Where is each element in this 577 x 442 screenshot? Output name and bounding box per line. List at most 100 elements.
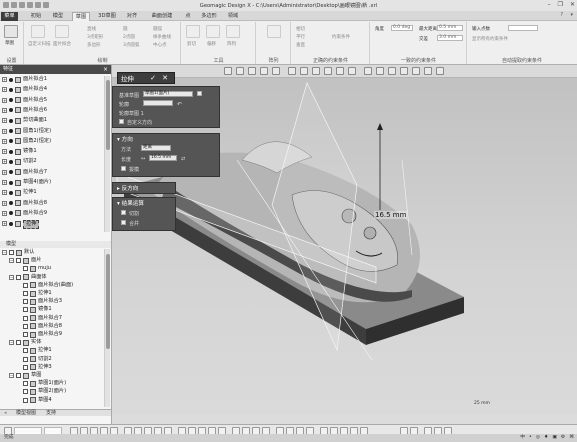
collapse-icon[interactable]: − bbox=[9, 373, 14, 378]
tab-sketch[interactable]: 草图 bbox=[72, 12, 90, 21]
visibility-checkbox[interactable] bbox=[23, 389, 28, 395]
measure-icon[interactable] bbox=[400, 67, 408, 75]
model-tree-scrollbar[interactable] bbox=[104, 249, 110, 407]
nodes-field[interactable]: 3.0 mm bbox=[437, 35, 463, 41]
constraint-button[interactable]: 约束条件 bbox=[332, 34, 350, 40]
maximize-button[interactable]: ❐ bbox=[558, 1, 563, 8]
visibility-dot-icon[interactable] bbox=[9, 180, 13, 185]
undo-contour-icon[interactable]: ↶ bbox=[177, 101, 182, 108]
expand-icon[interactable]: + bbox=[2, 210, 7, 216]
model-tree-item[interactable]: − 默认 bbox=[0, 249, 100, 256]
model-tree-item[interactable]: − 面片 bbox=[0, 257, 100, 264]
feature-tree-item[interactable]: + 拉伸 bbox=[0, 220, 100, 230]
tray-skin-icon[interactable]: ♦ bbox=[544, 434, 548, 442]
merge-checkbox[interactable] bbox=[121, 220, 126, 225]
feature-tree-scroll-thumb[interactable] bbox=[106, 80, 110, 150]
section-view-icon[interactable] bbox=[300, 67, 308, 75]
model-tree-item[interactable]: muju bbox=[0, 265, 100, 272]
visibility-checkbox[interactable] bbox=[16, 274, 21, 280]
three-point-rect-button[interactable]: 3点矩形 bbox=[87, 34, 103, 40]
model-tree-item[interactable]: 面片拟合8 bbox=[0, 323, 100, 330]
visibility-checkbox[interactable] bbox=[16, 258, 21, 264]
feature-tree-item[interactable]: + 草图4(面片) bbox=[0, 179, 100, 186]
shaded-icon[interactable] bbox=[336, 67, 344, 75]
visibility-checkbox[interactable] bbox=[23, 282, 28, 288]
model-tree-item[interactable]: − 实体 bbox=[0, 339, 100, 346]
line-button[interactable]: 直线 bbox=[87, 26, 96, 32]
panel-close-icon[interactable]: × bbox=[103, 65, 108, 74]
visibility-checkbox[interactable] bbox=[23, 291, 28, 296]
model-tree-item[interactable]: 切割2 bbox=[0, 356, 100, 363]
visibility-icon[interactable] bbox=[388, 67, 396, 75]
settings-icon[interactable] bbox=[424, 67, 432, 75]
model-tree-item[interactable]: 镜像1 bbox=[0, 306, 100, 313]
view-fit-icon[interactable] bbox=[224, 67, 232, 75]
feature-tree-item[interactable]: + 切割2 bbox=[0, 158, 100, 165]
feature-tree-item[interactable]: + 圆角1(恒定) bbox=[0, 128, 100, 135]
ime-indicator[interactable]: 中 bbox=[520, 434, 525, 442]
circle-button[interactable]: 圆 bbox=[123, 26, 128, 32]
array-group-icon[interactable] bbox=[267, 25, 281, 38]
model-tree-item[interactable]: 拉伸1 bbox=[0, 290, 100, 297]
view-iso-icon[interactable] bbox=[236, 67, 244, 75]
tab-initial[interactable]: 初始 bbox=[27, 12, 45, 21]
visibility-checkbox[interactable] bbox=[23, 299, 28, 305]
tab-model-view[interactable]: 模型视图 bbox=[16, 410, 36, 417]
visibility-checkbox[interactable] bbox=[9, 250, 14, 255]
tab-polygon[interactable]: 多边形 bbox=[198, 12, 220, 21]
visibility-dot-icon[interactable] bbox=[9, 139, 13, 144]
visibility-checkbox[interactable] bbox=[23, 315, 28, 321]
custom-direction-checkbox[interactable] bbox=[119, 119, 124, 124]
input-points-field[interactable] bbox=[508, 25, 538, 31]
minimize-button[interactable]: – bbox=[548, 1, 551, 8]
feature-tree-item[interactable]: + 圆角2(恒定) bbox=[0, 138, 100, 145]
feature-tree-item[interactable]: + 拉伸1 bbox=[0, 189, 100, 196]
dialog-cancel-button[interactable]: ✕ bbox=[160, 73, 170, 83]
taper-checkbox[interactable] bbox=[121, 166, 126, 171]
expand-icon[interactable]: + bbox=[2, 190, 7, 196]
tab-model[interactable]: 模型 bbox=[49, 12, 67, 21]
visibility-checkbox[interactable] bbox=[23, 348, 28, 354]
selection-mode-icon[interactable] bbox=[364, 67, 372, 75]
reverse-direction-header[interactable]: ▸ 反方向 bbox=[117, 184, 138, 192]
expand-icon[interactable]: + bbox=[2, 159, 7, 165]
visibility-dot-icon[interactable] bbox=[9, 108, 13, 113]
view-front-icon[interactable] bbox=[248, 67, 256, 75]
model-tree-item[interactable]: 草图1(面片) bbox=[0, 380, 100, 387]
expand-icon[interactable]: + bbox=[2, 97, 7, 103]
visibility-dot-icon[interactable] bbox=[9, 201, 13, 206]
length-flip-icon[interactable]: ⇄ bbox=[181, 156, 185, 162]
visibility-dot-icon[interactable] bbox=[9, 129, 13, 133]
visibility-dot-icon[interactable] bbox=[9, 221, 13, 226]
spline-button[interactable]: 样条曲线 bbox=[153, 34, 171, 40]
cut-checkbox[interactable] bbox=[121, 210, 126, 215]
visibility-checkbox[interactable] bbox=[23, 307, 28, 313]
expand-icon[interactable]: + bbox=[2, 87, 7, 93]
visibility-checkbox[interactable] bbox=[23, 332, 28, 337]
snapshot-icon[interactable] bbox=[412, 67, 420, 75]
expand-icon[interactable]: + bbox=[2, 169, 7, 175]
feature-tree-item[interactable]: + 面片拟合7 bbox=[0, 169, 100, 176]
visibility-checkbox[interactable] bbox=[16, 340, 21, 346]
visibility-dot-icon[interactable] bbox=[9, 170, 13, 175]
model-tree-item[interactable]: 面片拟合(曲面) bbox=[0, 282, 100, 289]
model-tree-item[interactable]: 草图4 bbox=[0, 397, 100, 404]
wireframe-icon[interactable] bbox=[324, 67, 332, 75]
view-right-icon[interactable] bbox=[272, 67, 280, 75]
expand-icon[interactable]: + bbox=[2, 200, 7, 206]
ribbon-collapse-icon[interactable]: ▾ bbox=[570, 12, 573, 18]
help-icon[interactable]: ? bbox=[560, 12, 563, 18]
render-mode-icon[interactable] bbox=[288, 67, 296, 75]
edges-icon[interactable] bbox=[348, 67, 356, 75]
tray-tools-icon[interactable]: ⌘ bbox=[569, 434, 574, 442]
contour-field[interactable] bbox=[143, 100, 173, 106]
feature-tree-item[interactable]: + 剪切曲面1 bbox=[0, 117, 100, 124]
expand-icon[interactable]: + bbox=[2, 128, 7, 134]
close-button[interactable]: ✕ bbox=[570, 1, 575, 8]
offset-button[interactable]: 偏移 bbox=[207, 41, 216, 47]
extrude-arrow[interactable] bbox=[377, 123, 383, 210]
visibility-checkbox[interactable] bbox=[23, 364, 28, 370]
dimension-label[interactable]: 16.5 mm bbox=[374, 211, 408, 219]
trim-tool-icon[interactable] bbox=[186, 25, 200, 38]
feature-tree-item[interactable]: + 面片拟合9 bbox=[0, 210, 100, 217]
